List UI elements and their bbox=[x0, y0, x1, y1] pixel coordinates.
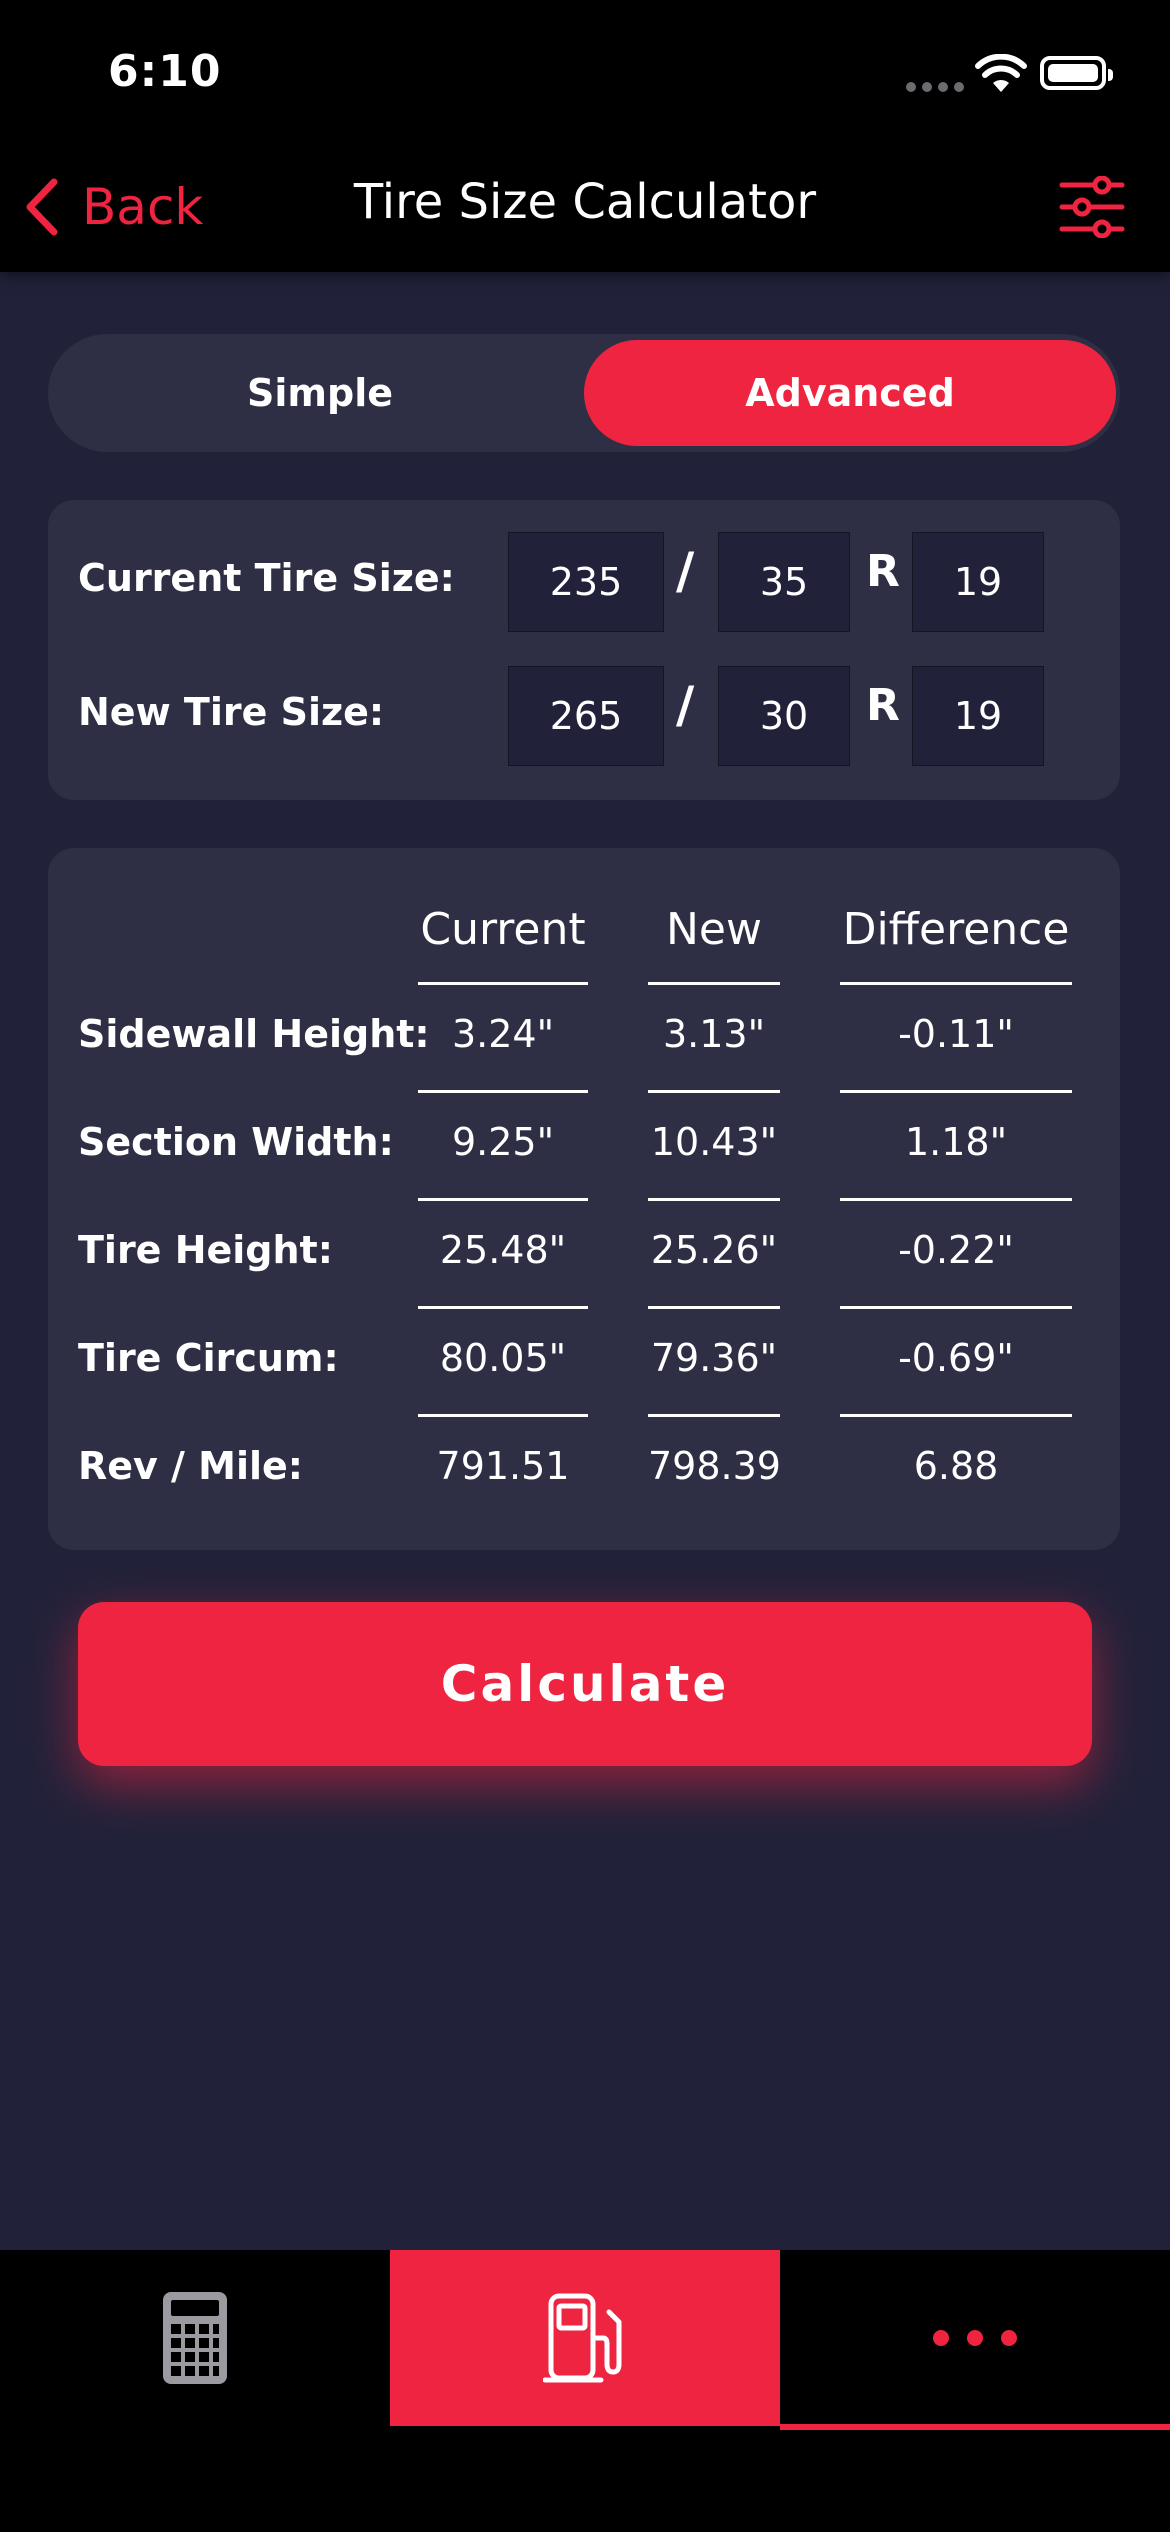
row-label-section-width: Section Width: bbox=[78, 1120, 394, 1164]
row-label-tire-circum: Tire Circum: bbox=[78, 1336, 339, 1380]
fuel-pump-icon bbox=[543, 2293, 622, 2383]
tab-fuel[interactable] bbox=[390, 2250, 780, 2426]
new-width-input[interactable]: 265 bbox=[508, 666, 664, 766]
page-title: Tire Size Calculator bbox=[353, 174, 817, 230]
column-header-current: Current bbox=[420, 904, 586, 955]
new-rim-input[interactable]: 19 bbox=[912, 666, 1044, 766]
divider bbox=[648, 1414, 780, 1417]
divider bbox=[840, 1198, 1072, 1201]
cell-current: 791.51 bbox=[436, 1444, 570, 1488]
tire-sizes-card: Current Tire Size: 235 / 35 R 19 New Tir… bbox=[48, 500, 1120, 800]
divider bbox=[418, 1414, 588, 1417]
current-rim-input[interactable]: 19 bbox=[912, 532, 1044, 632]
results-card: Current New Difference Sidewall Height: … bbox=[48, 848, 1120, 1550]
row-label-rev-per-mile: Rev / Mile: bbox=[78, 1444, 303, 1488]
new-aspect-input[interactable]: 30 bbox=[718, 666, 850, 766]
tab-indicator bbox=[780, 2424, 1170, 2430]
divider bbox=[648, 982, 780, 985]
divider bbox=[840, 1090, 1072, 1093]
current-tire-size-label: Current Tire Size: bbox=[78, 556, 455, 600]
divider bbox=[840, 1306, 1072, 1309]
cell-current: 25.48" bbox=[439, 1228, 567, 1272]
slash-separator: / bbox=[676, 676, 695, 734]
cell-new: 25.26" bbox=[650, 1228, 778, 1272]
cell-current: 80.05" bbox=[439, 1336, 567, 1380]
cell-current: 3.24" bbox=[451, 1012, 555, 1056]
segment-simple[interactable]: Simple bbox=[54, 340, 586, 446]
r-separator: R bbox=[866, 680, 900, 731]
cell-new: 10.43" bbox=[650, 1120, 778, 1164]
row-label-tire-height: Tire Height: bbox=[78, 1228, 333, 1272]
battery-icon bbox=[1040, 56, 1113, 90]
mode-segmented-control: Simple Advanced bbox=[48, 334, 1120, 452]
calculator-icon bbox=[163, 2292, 227, 2384]
column-header-difference: Difference bbox=[842, 904, 1070, 955]
status-time: 6:10 bbox=[108, 46, 222, 97]
calculate-button[interactable]: Calculate bbox=[78, 1602, 1092, 1766]
divider bbox=[418, 1306, 588, 1309]
cell-current: 9.25" bbox=[451, 1120, 555, 1164]
divider bbox=[648, 1198, 780, 1201]
cell-new: 798.39 bbox=[648, 1444, 781, 1488]
divider bbox=[418, 982, 588, 985]
current-width-input[interactable]: 235 bbox=[508, 532, 664, 632]
cell-new: 3.13" bbox=[662, 1012, 766, 1056]
cell-difference: -0.22" bbox=[898, 1228, 1014, 1272]
cell-difference: -0.11" bbox=[898, 1012, 1014, 1056]
tab-more[interactable] bbox=[780, 2250, 1170, 2426]
more-dots-icon bbox=[933, 2330, 1017, 2346]
slash-separator: / bbox=[676, 542, 695, 600]
cell-difference: 1.18" bbox=[904, 1120, 1008, 1164]
tab-calculator[interactable] bbox=[0, 2250, 390, 2426]
wifi-icon bbox=[975, 54, 1027, 92]
row-label-sidewall-height: Sidewall Height: bbox=[78, 1012, 430, 1056]
divider bbox=[840, 1414, 1072, 1417]
settings-sliders-icon[interactable] bbox=[1058, 176, 1126, 238]
segment-advanced[interactable]: Advanced bbox=[584, 340, 1116, 446]
divider bbox=[648, 1090, 780, 1093]
cell-difference: -0.69" bbox=[898, 1336, 1014, 1380]
cellular-signal-icon bbox=[906, 82, 964, 92]
column-header-new: New bbox=[666, 904, 762, 955]
cell-new: 79.36" bbox=[650, 1336, 778, 1380]
top-bar: 6:10 Back Tire Size Calculator bbox=[0, 0, 1170, 272]
tab-bar bbox=[0, 2250, 1170, 2532]
cell-difference: 6.88 bbox=[913, 1444, 999, 1488]
divider bbox=[418, 1090, 588, 1093]
new-tire-size-label: New Tire Size: bbox=[78, 690, 385, 734]
divider bbox=[648, 1306, 780, 1309]
current-aspect-input[interactable]: 35 bbox=[718, 532, 850, 632]
divider bbox=[840, 982, 1072, 985]
r-separator: R bbox=[866, 546, 900, 597]
divider bbox=[418, 1198, 588, 1201]
